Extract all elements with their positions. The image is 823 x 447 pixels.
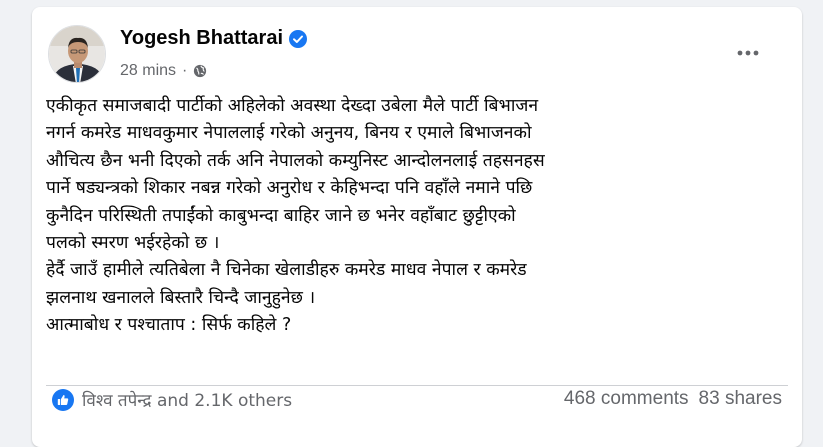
post-line: कुनैदिन परिस्थिती तपाईंको काबुभन्दा बाहि… — [46, 205, 516, 226]
post-line: आत्माबोध र पश्चाताप : सिर्फ कहिले ? — [46, 315, 292, 336]
post-line: पलको स्मरण भईरहेको छ । — [46, 232, 220, 253]
more-horizontal-icon[interactable] — [734, 43, 762, 63]
post-body: एकीकृत समाजबादी पार्टीको अहिलेको अवस्था … — [46, 93, 746, 340]
post-line: औचित्य छैन भनी दिएको तर्क अनि नेपालको कम… — [46, 150, 545, 171]
author-header: Yogesh Bhattarai — [120, 27, 307, 50]
like-icon — [52, 388, 74, 411]
footer-divider — [46, 385, 788, 386]
shares-count[interactable]: 83 shares — [699, 388, 782, 410]
comments-count[interactable]: 468 comments — [564, 388, 689, 410]
avatar-image — [49, 26, 105, 82]
reactions-summary[interactable]: विश्व तपेन्द्र and 2.1K others — [52, 388, 292, 411]
post-line: नगर्न कमरेड माधवकुमार नेपाललाई गरेको अनु… — [46, 123, 532, 144]
post-meta: 28 mins · — [120, 62, 207, 80]
post-line: झलनाथ खनालले बिस्तारै चिन्दै जानुहुनेछ । — [46, 287, 316, 308]
meta-separator: · — [182, 62, 188, 79]
post-card: Yogesh Bhattarai 28 mins · एकीकृत समाजबा… — [32, 7, 802, 447]
post-line: पार्ने षड्यन्त्रको शिकार नबन्न गरेको अनु… — [46, 178, 533, 199]
post-line: एकीकृत समाजबादी पार्टीको अहिलेको अवस्था … — [46, 96, 539, 116]
author-avatar[interactable] — [48, 25, 106, 83]
post-timestamp[interactable]: 28 mins — [120, 62, 176, 80]
post-line: हेर्दै जाउँ हामीले त्यतिबेला नै चिनेका ख… — [46, 260, 527, 281]
engagement-stats: 468 comments 83 shares — [564, 388, 782, 410]
globe-icon[interactable] — [193, 64, 207, 78]
verified-badge-icon — [289, 29, 307, 48]
author-name[interactable]: Yogesh Bhattarai — [120, 27, 283, 50]
reactions-text: विश्व तपेन्द्र and 2.1K others — [82, 391, 293, 411]
